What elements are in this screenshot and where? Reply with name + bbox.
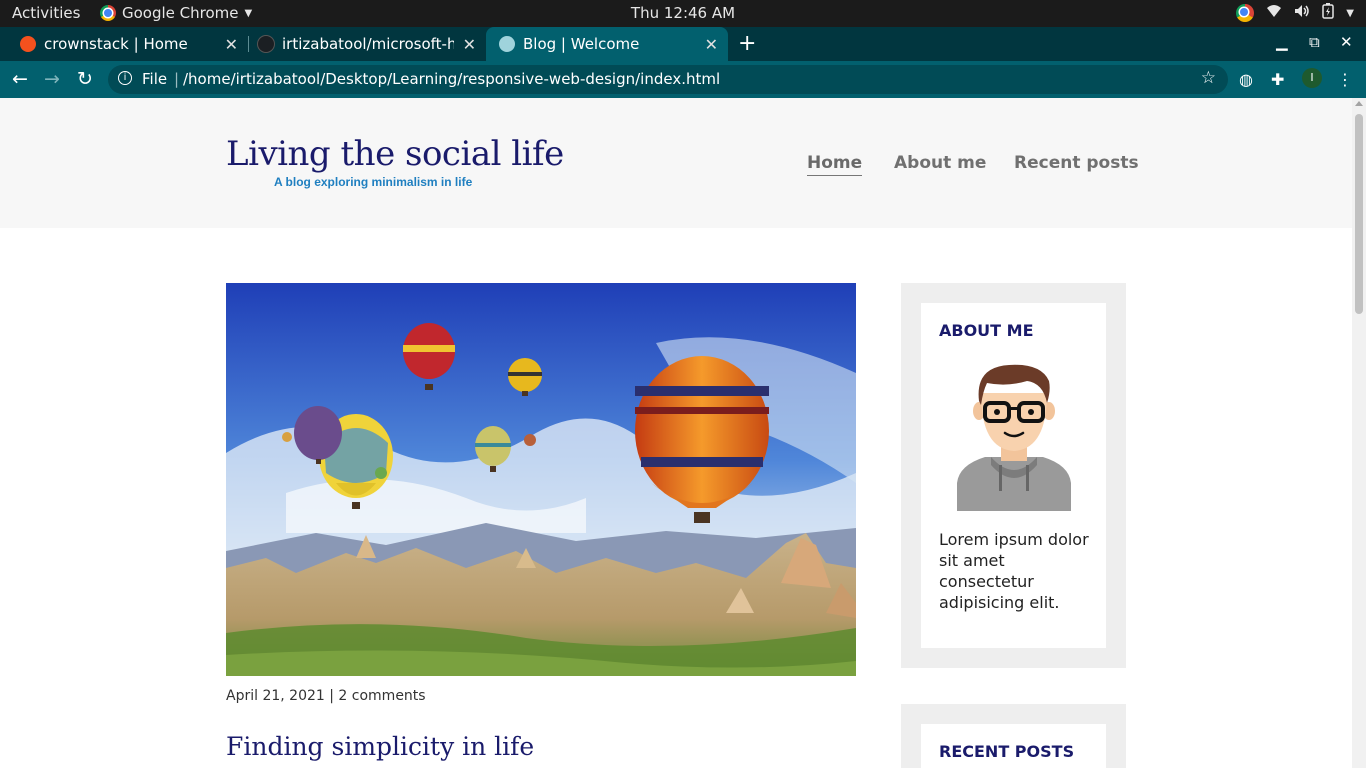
about-me-widget: ABOUT ME Lorem ipsum dolor sit amet cons…: [901, 283, 1126, 668]
about-me-text: Lorem ipsum dolor sit amet consectetur a…: [939, 530, 1089, 612]
activities-button[interactable]: Activities: [12, 4, 80, 22]
tab-crownstack[interactable]: crownstack | Home ✕: [0, 27, 248, 61]
extensions-puzzle-icon[interactable]: ✚: [1271, 70, 1284, 89]
chrome-icon: [100, 5, 116, 21]
restore-icon[interactable]: ⧉: [1309, 33, 1320, 51]
tab-title: crownstack | Home: [44, 35, 188, 53]
github-favicon-icon: [258, 36, 274, 52]
tab-strip: crownstack | Home ✕ irtizabatool/microso…: [0, 27, 1366, 61]
chevron-down-icon: ▼: [244, 7, 253, 19]
close-icon[interactable]: ✕: [225, 35, 238, 54]
nav-recent-posts[interactable]: Recent posts: [1014, 153, 1139, 173]
system-menu-chevron-icon[interactable]: ▼: [1346, 8, 1354, 19]
tab-title: Blog | Welcome: [523, 35, 640, 53]
tab-github[interactable]: irtizabatool/microsoft-ho ✕: [238, 27, 486, 61]
chrome-tray-icon[interactable]: [1236, 4, 1255, 22]
clock[interactable]: Thu 12:46 AM: [631, 4, 735, 22]
translate-globe-icon[interactable]: ◍: [1239, 70, 1253, 89]
nav-about-me[interactable]: About me: [894, 153, 986, 173]
recent-posts-card: RECENT POSTS: [921, 724, 1106, 768]
scheme-separator: |: [174, 70, 180, 88]
crownstack-favicon-icon: [20, 36, 36, 52]
close-icon[interactable]: ✕: [463, 35, 476, 54]
post-comments-link[interactable]: 2 comments: [338, 688, 425, 704]
close-window-icon[interactable]: ✕: [1340, 33, 1353, 51]
about-me-heading: ABOUT ME: [939, 321, 1034, 340]
page-viewport: Living the social life A blog exploring …: [0, 98, 1352, 768]
balloons-landscape-illustration: [226, 283, 856, 676]
new-tab-icon[interactable]: +: [738, 31, 756, 56]
wifi-icon[interactable]: [1266, 4, 1282, 22]
tab-title: irtizabatool/microsoft-ho: [282, 35, 454, 53]
browser-toolbar: ← → ↻ i File | /home/irtizabatool/Deskto…: [0, 61, 1366, 98]
minimize-icon[interactable]: ▁: [1276, 33, 1288, 51]
scroll-up-arrow-icon[interactable]: [1355, 101, 1363, 106]
nav-home[interactable]: Home: [807, 153, 863, 176]
bookmark-star-icon[interactable]: ☆: [1201, 68, 1216, 88]
battery-icon[interactable]: [1322, 3, 1335, 23]
profile-avatar[interactable]: I: [1302, 68, 1322, 88]
post-meta: April 21, 2021 | 2 comments: [226, 688, 426, 704]
meta-separator: |: [329, 688, 334, 704]
recent-posts-heading: RECENT POSTS: [939, 742, 1075, 761]
recent-posts-widget: RECENT POSTS: [901, 704, 1126, 768]
post-date: April 21, 2021: [226, 688, 325, 704]
globe-favicon-icon: [499, 36, 515, 52]
scrollbar-thumb[interactable]: [1355, 114, 1363, 314]
about-me-card: ABOUT ME Lorem ipsum dolor sit amet cons…: [921, 303, 1106, 648]
forward-arrow-icon[interactable]: →: [44, 68, 60, 90]
page-scrollbar[interactable]: [1352, 98, 1366, 768]
site-title: Living the social life: [226, 134, 564, 174]
site-header: Living the social life A blog exploring …: [0, 98, 1352, 228]
post-title[interactable]: Finding simplicity in life: [226, 732, 534, 761]
address-bar[interactable]: i File | /home/irtizabatool/Desktop/Lear…: [108, 65, 1228, 94]
tab-blog[interactable]: Blog | Welcome ✕: [486, 27, 728, 61]
site-subtitle: A blog exploring minimalism in life: [274, 175, 473, 189]
close-icon[interactable]: ✕: [705, 35, 718, 54]
app-menu[interactable]: Google Chrome ▼: [100, 4, 252, 22]
post-hero-image: [226, 283, 856, 676]
info-icon[interactable]: i: [118, 71, 132, 85]
avatar-illustration: [957, 364, 1071, 511]
scheme-label: File: [142, 70, 168, 88]
back-arrow-icon[interactable]: ←: [12, 68, 28, 90]
menu-kebab-icon[interactable]: ⋮: [1337, 70, 1353, 89]
volume-icon[interactable]: [1294, 4, 1310, 22]
reload-icon[interactable]: ↻: [77, 68, 93, 90]
url-text[interactable]: /home/irtizabatool/Desktop/Learning/resp…: [183, 70, 720, 88]
app-name: Google Chrome: [122, 4, 239, 22]
os-top-bar: Activities Google Chrome ▼ Thu 12:46 AM …: [0, 0, 1366, 27]
